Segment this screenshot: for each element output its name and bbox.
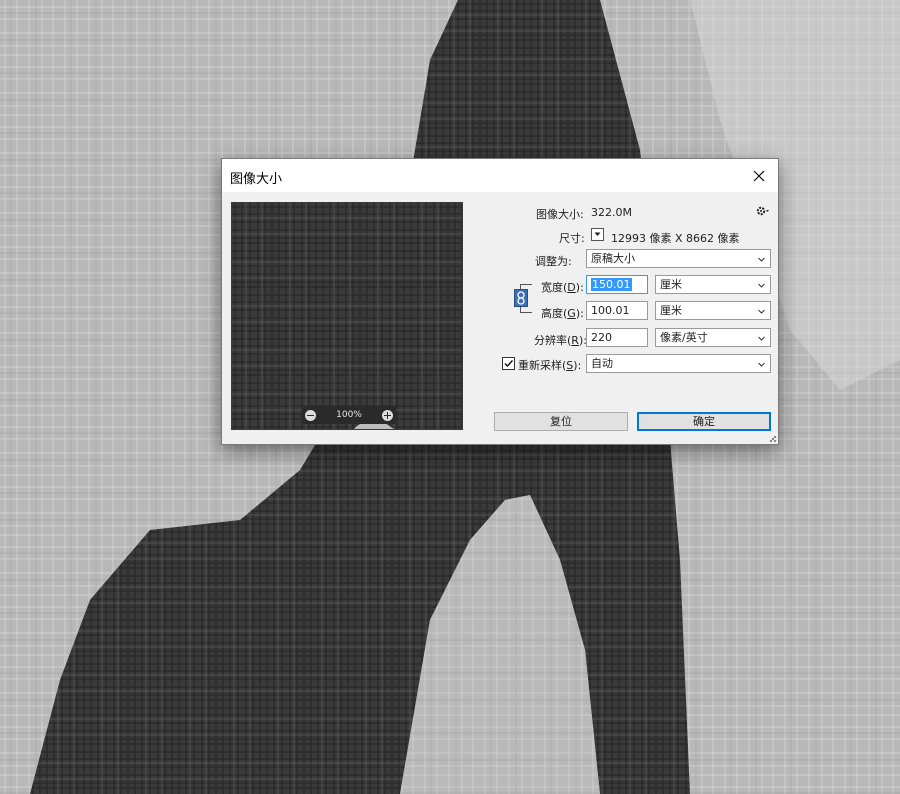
image-size-value: 322.0M (591, 206, 632, 219)
chevron-down-icon (758, 283, 765, 288)
chevron-down-icon (758, 309, 765, 314)
dialog-title: 图像大小 (230, 172, 283, 187)
dimensions-value: 12993 像素 X 8662 像素 (611, 232, 740, 245)
height-input[interactable]: 100.01 (586, 301, 648, 320)
image-size-dialog: 图像大小 100% 图像大小: 322.0M 尺寸: 12993 像素 X 86… (221, 158, 779, 445)
resize-grip-icon[interactable] (770, 436, 776, 442)
gear-icon[interactable] (756, 206, 770, 216)
chevron-down-icon (594, 232, 601, 236)
resolution-value: 220 (591, 331, 612, 344)
height-label: 高度(G): (541, 307, 584, 320)
image-preview[interactable]: 100% (231, 202, 463, 430)
chevron-down-icon (758, 362, 765, 367)
resolution-input[interactable]: 220 (586, 328, 648, 347)
resolution-unit-select[interactable]: 像素/英寸 (655, 328, 771, 347)
height-unit-select[interactable]: 厘米 (655, 301, 771, 320)
preview-image (232, 203, 462, 429)
resample-checkbox[interactable] (502, 357, 515, 370)
resolution-label: 分辨率(R): (534, 334, 587, 347)
resample-method-value: 自动 (591, 357, 613, 370)
constrain-proportions-link-icon[interactable] (514, 289, 528, 307)
resolution-unit-value: 像素/英寸 (660, 331, 708, 344)
resample-method-select[interactable]: 自动 (586, 354, 771, 373)
fit-to-value: 原稿大小 (591, 252, 635, 265)
dialog-titlebar: 图像大小 (222, 159, 778, 192)
close-button[interactable] (740, 159, 778, 192)
checkmark-icon (504, 360, 514, 368)
zoom-in-icon[interactable] (381, 409, 393, 421)
height-unit-value: 厘米 (660, 304, 682, 317)
image-size-label: 图像大小: (536, 208, 584, 221)
zoom-control: 100% (302, 406, 396, 424)
zoom-level: 100% (336, 410, 362, 420)
reset-button[interactable]: 复位 (494, 412, 628, 431)
width-value: 150.01 (591, 278, 632, 291)
width-unit-value: 厘米 (660, 278, 682, 291)
close-icon (753, 170, 765, 181)
width-label: 宽度(D): (541, 281, 584, 294)
fit-to-select[interactable]: 原稿大小 (586, 249, 771, 268)
zoom-out-icon[interactable] (305, 409, 316, 421)
dimensions-unit-dropdown[interactable] (591, 228, 604, 241)
dimensions-label: 尺寸: (559, 232, 585, 245)
chevron-down-icon (758, 336, 765, 341)
height-value: 100.01 (591, 304, 630, 317)
width-input[interactable]: 150.01 (586, 275, 648, 294)
resample-label: 重新采样(S): (518, 359, 582, 372)
ok-button[interactable]: 确定 (637, 412, 771, 431)
chevron-down-icon (758, 257, 765, 262)
width-unit-select[interactable]: 厘米 (655, 275, 771, 294)
fit-to-label: 调整为: (535, 255, 572, 268)
